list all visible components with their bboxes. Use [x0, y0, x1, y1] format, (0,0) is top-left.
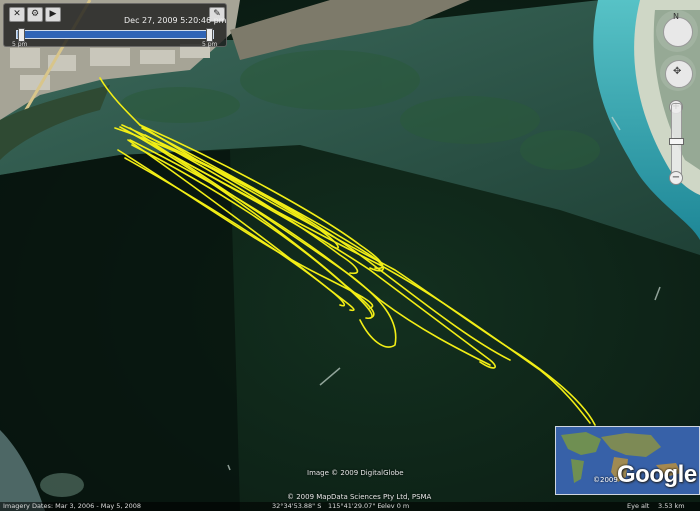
north-indicator-icon[interactable]: N — [673, 12, 679, 21]
imagery-dates: Imagery Dates: Mar 3, 2006 - May 5, 2008 — [3, 502, 142, 510]
slider-handle-start[interactable] — [17, 28, 25, 42]
latitude-readout: 32°34'53.88" S — [272, 502, 322, 510]
slider-date-time: Dec 27, 2009 5:20:46 pm — [124, 16, 227, 25]
zoom-slider-handle[interactable] — [669, 138, 684, 145]
time-slider-track[interactable] — [16, 28, 214, 42]
eye-altitude-value: 3.53 km — [658, 502, 685, 510]
play-button[interactable]: ▶ — [45, 7, 61, 22]
slider-tick-left: 5 pm — [12, 41, 28, 48]
time-slider-panel: ✕ ⚙ ▶ ✎ Dec 27, 2009 5:20:46 pm 5 pm 5 p… — [3, 3, 227, 48]
slider-handle-end[interactable] — [206, 28, 214, 42]
clock-options-icon[interactable]: ⚙ — [27, 7, 43, 22]
shoal-bottom — [40, 473, 84, 497]
compass-ring[interactable] — [663, 17, 693, 47]
look-control[interactable]: N — [656, 10, 698, 52]
slider-tick-right: 5 pm — [202, 41, 218, 48]
data-credit: © 2009 MapData Sciences Pty Ltd, PSMA — [287, 493, 432, 501]
close-slider-button[interactable]: ✕ — [9, 7, 25, 22]
overview-copyright: ©2009 — [593, 476, 618, 484]
elevation-readout: elev 0 m — [381, 502, 410, 510]
eye-altitude-label: Eye alt — [627, 502, 650, 510]
pan-arrows-icon: ✥ — [673, 66, 682, 77]
google-logo: Google — [617, 461, 697, 488]
status-bar: Imagery Dates: Mar 3, 2006 - May 5, 2008… — [0, 502, 700, 511]
longitude-readout: 115°41'29.07" E — [328, 502, 382, 510]
overview-map[interactable]: Google ©2009 — [555, 426, 700, 495]
imagery-credit: Image © 2009 DigitalGlobe — [307, 469, 404, 477]
zoom-out-button[interactable]: − — [669, 171, 683, 185]
move-control[interactable]: ✥ — [660, 55, 696, 91]
time-range-fill — [20, 31, 210, 38]
